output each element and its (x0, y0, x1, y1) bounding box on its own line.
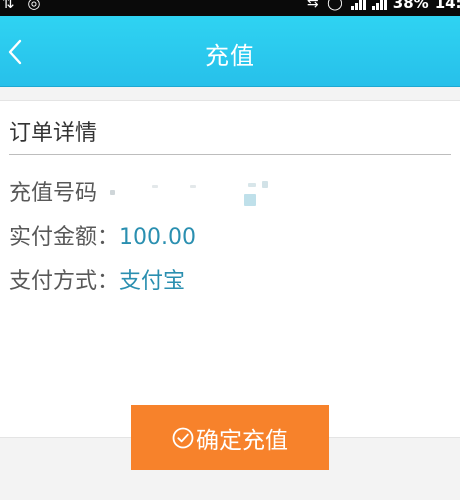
app-header: 充值 (0, 16, 460, 87)
masked-recharge-number (248, 183, 256, 187)
amount-label: 实付金额： (9, 225, 120, 250)
masked-recharge-number (244, 194, 256, 206)
page-title: 充值 (205, 42, 255, 70)
masked-recharge-number (262, 181, 268, 188)
payment-method-row: 支付方式：支付宝 (9, 263, 185, 295)
order-details-card: 订单详情 充值号码 实付金额：100.00 支付方式：支付宝 (0, 100, 460, 438)
masked-recharge-number (110, 190, 115, 195)
confirm-recharge-button[interactable]: 确定充值 (131, 405, 329, 470)
status-left-icons: ⇅ ◎ (2, 0, 45, 12)
check-circle-icon (172, 427, 194, 448)
signal-icon-2 (371, 0, 387, 10)
status-bar: ⇅ ◎ ⇆ ◯ 38% 14:1 (0, 0, 460, 16)
recharge-number-row: 充值号码 (9, 175, 97, 207)
status-right-icons: ⇆ ◯ (306, 0, 345, 11)
status-time: 14:1 (434, 0, 460, 12)
battery-percent: 38% (392, 0, 429, 12)
recharge-number-label: 充值号码 (9, 181, 98, 206)
masked-recharge-number (152, 185, 158, 188)
status-right: ⇆ ◯ 38% 14:1 (307, 0, 460, 12)
payment-method-label: 支付方式： (9, 269, 120, 294)
amount-row: 实付金额：100.00 (9, 219, 196, 251)
section-title: 订单详情 (9, 121, 98, 146)
payment-method-value: 支付宝 (119, 269, 186, 294)
amount-value: 100.00 (119, 225, 196, 250)
divider (9, 154, 451, 155)
masked-recharge-number (190, 185, 196, 188)
confirm-recharge-label: 确定充值 (196, 427, 288, 454)
signal-icon (350, 0, 366, 10)
